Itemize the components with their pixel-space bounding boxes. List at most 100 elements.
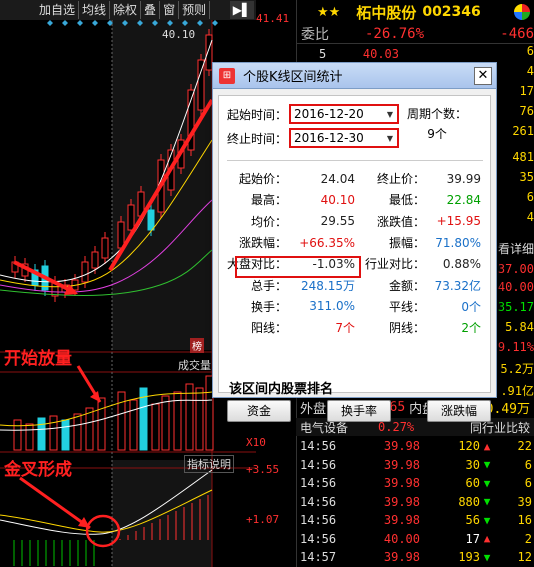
candle-body xyxy=(197,59,205,111)
close-icon[interactable]: ✕ xyxy=(474,67,492,85)
star-rating-icon[interactable]: ★★ xyxy=(317,5,340,20)
volume-bar xyxy=(61,419,70,451)
ex-rights-button[interactable]: 除权 xyxy=(110,1,142,19)
arrow-up-icon: ▲ xyxy=(483,439,491,453)
stat-label: 阳线： xyxy=(250,321,287,336)
ranking-buttons: 资金 换手率 涨跌幅 xyxy=(227,400,491,422)
stat-label: 涨跌幅： xyxy=(238,236,287,251)
annotation-golden-cross: 金叉形成 xyxy=(4,460,72,480)
stock-header: ★★ 柘中股份 002346 xyxy=(297,0,534,24)
order-ratio-value: -466 xyxy=(500,25,534,42)
quote-value: 261 xyxy=(512,124,534,138)
stat-label: 金额： xyxy=(388,278,425,293)
quote-value: 40.00 xyxy=(497,280,534,294)
stat-label: 终止价： xyxy=(376,172,425,187)
globe-icon[interactable] xyxy=(514,4,530,20)
volume-bar xyxy=(151,403,160,451)
stat-label: 换手： xyxy=(250,299,287,314)
stat-label: 总手： xyxy=(250,278,287,293)
stat-row: 换手： 311.0% 平线： 0个 xyxy=(219,296,492,317)
stat-value: 39.99 xyxy=(446,171,481,186)
volume-panel-label: 成交量 xyxy=(178,359,211,372)
volume-bar xyxy=(37,417,46,451)
tick-count: 16 xyxy=(517,513,532,528)
tick-price: 39.98 xyxy=(383,513,420,528)
quote-value: 481 xyxy=(512,150,534,164)
order-ratio-label: 委比 xyxy=(301,26,329,43)
chevron-down-icon[interactable]: ▼ xyxy=(382,129,398,147)
dialog-titlebar[interactable]: ⊞ 个股K线区间统计 xyxy=(213,63,496,89)
end-date-label: 终止时间： xyxy=(227,131,288,146)
diamond-marker-icon xyxy=(62,20,68,26)
macd-axis-top: +3.55 xyxy=(246,463,280,476)
quote-value: 76 xyxy=(519,104,534,118)
tick-price: 39.98 xyxy=(383,439,420,454)
stats-grid: 起始价： 24.04 终止价： 39.99 最高： 40.10 最低： 22.84 均价： 29.… xyxy=(219,168,492,338)
toolbar-menu-arrow-icon[interactable]: ▶▌ xyxy=(230,1,254,19)
stat-row: 阳线： 7个 阴线： 2个 xyxy=(219,317,492,338)
stat-label: 最低： xyxy=(388,193,425,208)
arrow-down-icon: ▼ xyxy=(483,550,491,564)
change-percent-highlight xyxy=(235,256,361,278)
stat-label: 起始价： xyxy=(238,172,287,187)
chevron-down-icon[interactable]: ▼ xyxy=(382,105,398,123)
annotation-volume-start: 开始放量 xyxy=(4,349,72,369)
rank-by-fund-button[interactable]: 资金 xyxy=(227,400,291,422)
add-favorite-button[interactable]: 加自选 xyxy=(36,1,80,19)
tick-count: 39 xyxy=(517,494,532,509)
volume-bar xyxy=(129,399,138,451)
tick-time: 14:56 xyxy=(300,476,337,491)
order-level: 5 xyxy=(319,47,327,61)
chart-toolbar: 加自选 均线 除权 叠 窗 预则 xyxy=(0,0,256,20)
diamond-marker-icon xyxy=(47,20,53,26)
rank-tag[interactable]: 榜 xyxy=(190,338,204,353)
stat-value: 71.80% xyxy=(435,235,481,250)
stat-label: 阴线： xyxy=(388,321,425,336)
window-button[interactable]: 窗 xyxy=(160,1,180,19)
tick-list[interactable]: 14:56 39.98 120 ▲ 22 14:56 39.98 30 ▼ 6 14:56 39.98… xyxy=(296,437,534,567)
sector-change: 0.27% xyxy=(378,420,415,434)
rank-by-turnover-button[interactable]: 换手率 xyxy=(327,400,391,422)
stat-row: 起始价： 24.04 终止价： 39.99 xyxy=(219,168,492,189)
tick-volume: 30 xyxy=(465,457,480,472)
tick-time: 14:56 xyxy=(300,457,337,472)
moving-average-button[interactable]: 均线 xyxy=(79,1,111,19)
volume-bar xyxy=(25,423,34,451)
forecast-button[interactable]: 预则 xyxy=(179,1,211,19)
tick-row: 14:56 39.98 60 ▼ 6 xyxy=(296,474,534,493)
quote-value: 6 xyxy=(526,44,534,58)
indicator-help-button[interactable]: 指标说明 xyxy=(184,455,234,473)
stat-label: 平线： xyxy=(388,299,425,314)
rank-by-change-button[interactable]: 涨跌幅 xyxy=(427,400,491,422)
annotation-arrow xyxy=(19,476,91,530)
kline-range-stats-dialog: ⊞ 个股K线区间统计 ✕ 起始时间： 2016-12-20 ▼ 终止时间： 20… xyxy=(212,62,497,422)
tick-price: 39.98 xyxy=(383,550,420,565)
candle-body xyxy=(127,204,135,231)
candle-body xyxy=(117,221,125,249)
quote-value: 17 xyxy=(519,84,534,98)
order-ratio-row: 委比 -26.76% -466 xyxy=(297,24,534,44)
stat-label: 最高： xyxy=(250,193,287,208)
volume-bar xyxy=(161,395,170,451)
tick-count: 2 xyxy=(524,531,532,546)
stat-value: 22.84 xyxy=(446,192,481,207)
quote-value: 35 xyxy=(519,170,534,184)
stat-value: +66.35% xyxy=(299,235,355,250)
tick-price: 39.98 xyxy=(383,476,420,491)
stat-label: 均价： xyxy=(250,214,287,229)
tick-volume: 56 xyxy=(465,513,480,528)
tick-volume: 193 xyxy=(458,550,480,565)
macd-axis-mid: +1.07 xyxy=(246,513,280,526)
overlay-button[interactable]: 叠 xyxy=(141,1,161,19)
tick-volume: 880 xyxy=(458,494,480,509)
stock-code: 002346 xyxy=(422,4,481,20)
volume-bar xyxy=(49,415,58,451)
volume-bar xyxy=(13,419,22,451)
ranking-title: 该区间内股票排名 xyxy=(229,382,334,397)
stat-row: 最高： 40.10 最低： 22.84 xyxy=(219,189,492,210)
stock-name: 柘中股份 xyxy=(356,3,417,22)
period-count-value: 9个 xyxy=(427,127,447,141)
order-ratio-percent: -26.76% xyxy=(365,25,425,42)
stat-value: 2个 xyxy=(461,321,481,336)
stat-value: 73.32亿 xyxy=(434,278,481,293)
